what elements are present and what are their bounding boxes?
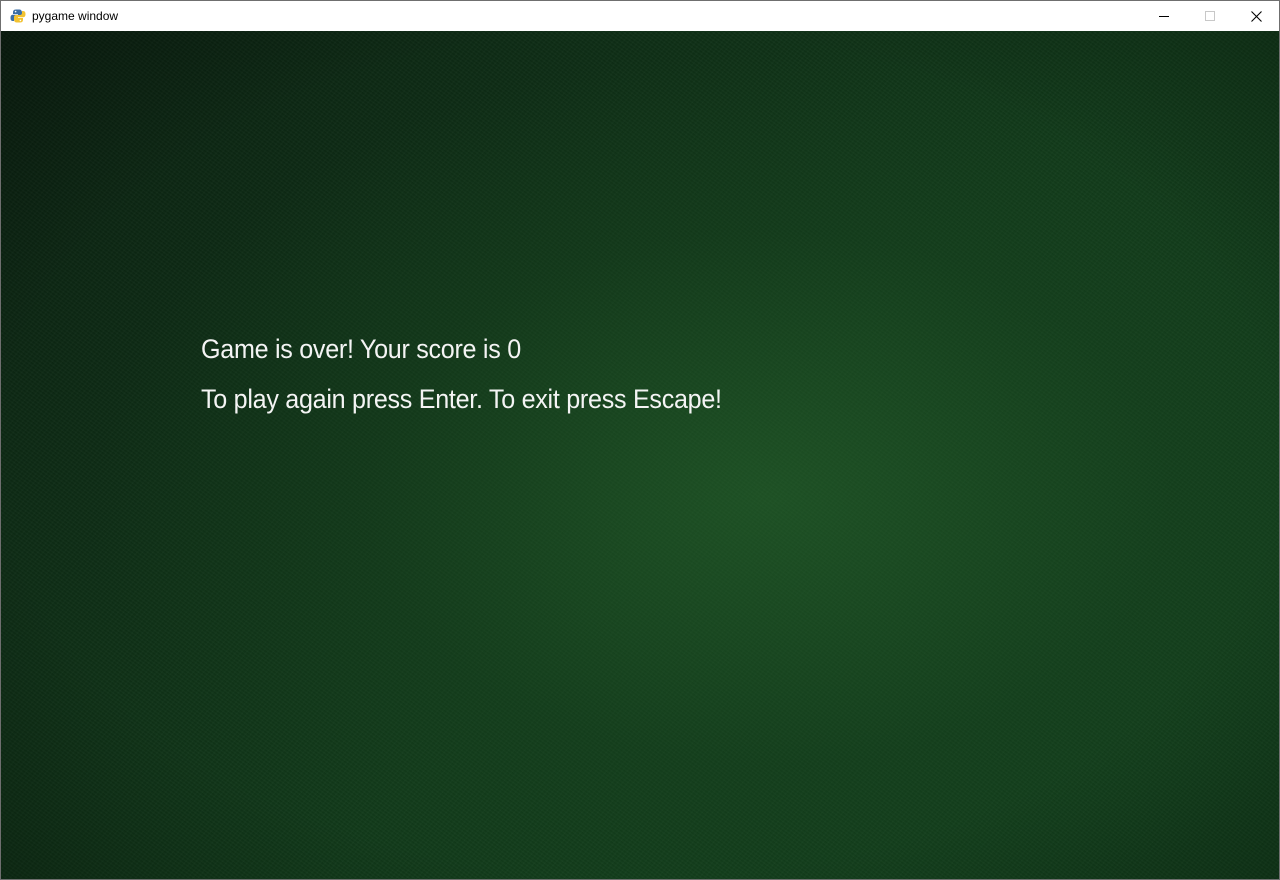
maximize-button[interactable]	[1187, 1, 1233, 31]
window-controls	[1141, 1, 1279, 31]
restart-instructions: To play again press Enter. To exit press…	[201, 384, 722, 414]
minimize-button[interactable]	[1141, 1, 1187, 31]
pygame-window: pygame window Game is over! Your score i…	[0, 0, 1280, 880]
window-title: pygame window	[32, 9, 119, 23]
title-bar[interactable]: pygame window	[1, 1, 1279, 31]
close-button[interactable]	[1233, 1, 1279, 31]
maximize-icon	[1205, 11, 1215, 21]
pygame-snake-icon	[10, 9, 26, 23]
close-icon	[1250, 10, 1262, 22]
game-over-message: Game is over! Your score is 0	[201, 334, 521, 364]
game-canvas[interactable]: Game is over! Your score is 0 To play ag…	[1, 31, 1279, 879]
minimize-icon	[1159, 16, 1169, 17]
